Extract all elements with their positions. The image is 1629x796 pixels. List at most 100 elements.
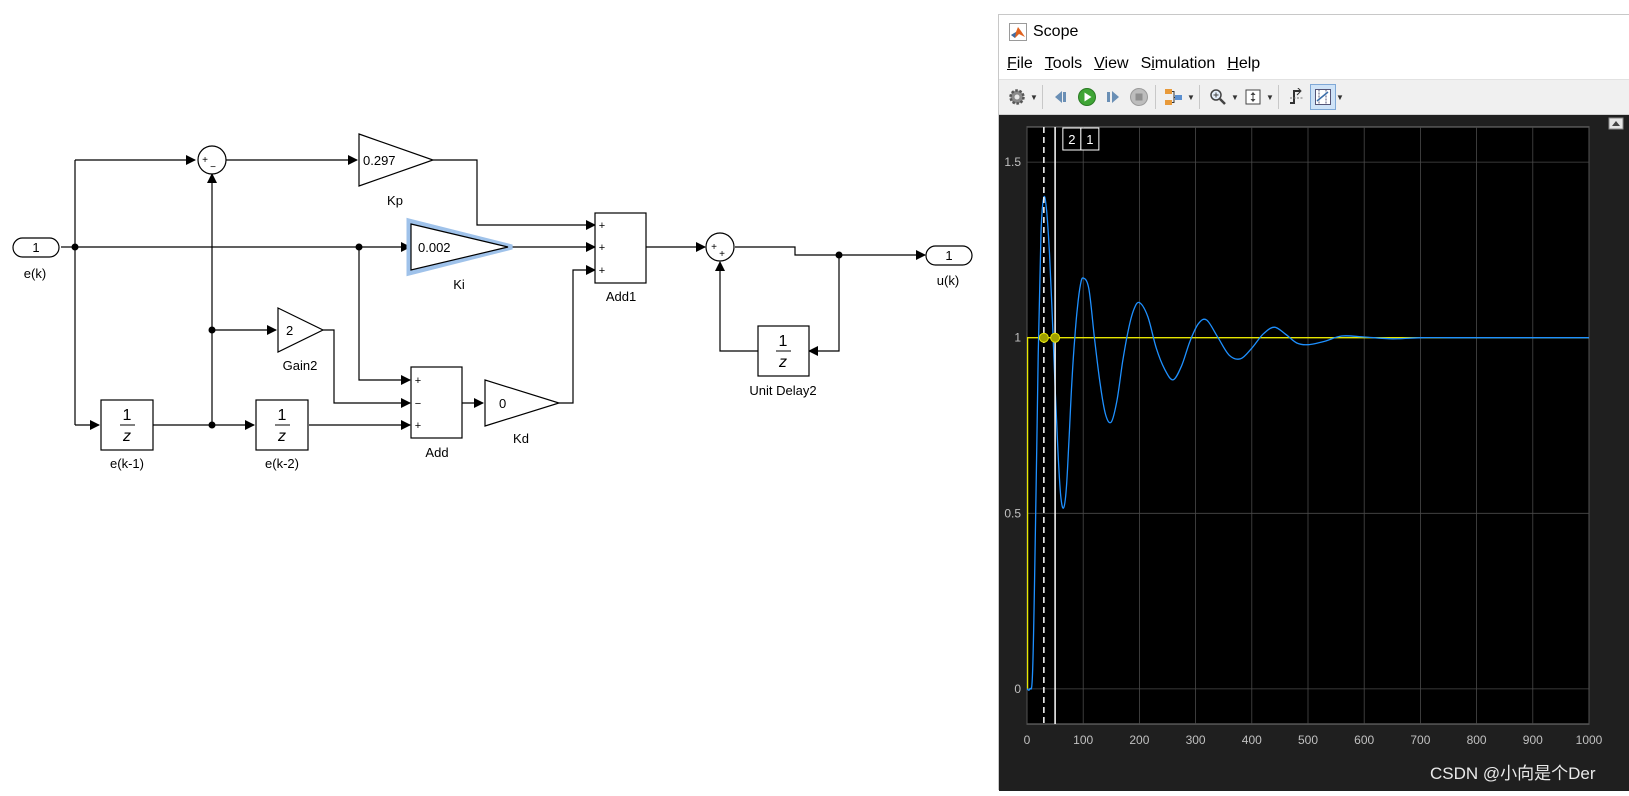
gain2-label: Gain2: [283, 358, 318, 373]
add-label: Add: [425, 445, 448, 460]
x-tick-label: 300: [1186, 733, 1206, 747]
toolbar-separator: [1199, 85, 1200, 109]
step-forward-button[interactable]: [1101, 85, 1125, 109]
delay-ek2-den: z: [277, 428, 286, 445]
delay-ek2-label: e(k-2): [265, 456, 299, 471]
matlab-logo-icon: [1009, 23, 1027, 41]
highlight-dropdown-icon[interactable]: ▼: [1187, 93, 1195, 102]
y-tick-label: 1: [1014, 331, 1021, 345]
scope-window: Scope File Tools View Simulation Help ▼ …: [998, 14, 1629, 791]
menu-simulation[interactable]: Simulation: [1141, 55, 1216, 73]
menu-file[interactable]: File: [1007, 55, 1033, 73]
inport-label: e(k): [24, 266, 46, 281]
step-forward-icon: [1107, 91, 1119, 103]
junction-dot: [208, 326, 216, 334]
junction-dot: [835, 251, 843, 259]
menu-help-mnemonic: H: [1227, 55, 1239, 72]
delay-ek1-label: e(k-1): [110, 456, 144, 471]
y-tick-label: 0.5: [1004, 506, 1021, 520]
toolbar-separator: [1042, 85, 1043, 109]
zoom-in-icon: [1210, 89, 1226, 105]
toolbar-separator: [1155, 85, 1156, 109]
zoom-button[interactable]: [1206, 85, 1230, 109]
menu-file-rest: ile: [1016, 55, 1033, 72]
y-tick-label: 1.5: [1004, 155, 1021, 169]
cursor-measurements-button[interactable]: [1310, 84, 1336, 110]
signal-line: [433, 159, 596, 230]
ki-value: 0.002: [418, 240, 451, 255]
add1-sign: +: [599, 220, 605, 232]
outport-number: 1: [945, 248, 952, 263]
add-sign: −: [415, 398, 421, 410]
run-button[interactable]: [1075, 85, 1099, 109]
zoom-dropdown-icon[interactable]: ▼: [1231, 93, 1239, 102]
menu-help[interactable]: Help: [1227, 55, 1260, 73]
signal-line: [358, 247, 411, 385]
cursor-1-label: 1: [1086, 132, 1093, 147]
x-tick-label: 500: [1298, 733, 1318, 747]
settings-button[interactable]: [1005, 85, 1029, 109]
highlight-button[interactable]: [1162, 85, 1186, 109]
stop-button[interactable]: [1127, 85, 1151, 109]
settings-icon: [1009, 89, 1025, 105]
sum1-sign-minus: −: [210, 162, 216, 173]
kd-value: 0: [499, 396, 506, 411]
menu-file-mnemonic: F: [1007, 55, 1017, 72]
cursor-measurements-icon: [1315, 89, 1331, 105]
sum2-sign: +: [711, 242, 717, 253]
junction-dot: [355, 243, 363, 251]
step-back-icon: [1055, 91, 1066, 103]
undock-button[interactable]: [1608, 117, 1624, 130]
delay-ek1-num: 1: [123, 407, 132, 424]
ki-label: Ki: [453, 277, 465, 292]
x-tick-label: 600: [1354, 733, 1374, 747]
menu-view-mnemonic: V: [1094, 55, 1105, 72]
signal-line: [715, 261, 758, 352]
kp-label: Kp: [387, 193, 403, 208]
signal-line: [323, 329, 411, 408]
menu-view[interactable]: View: [1094, 55, 1128, 73]
delay-ek2-num: 1: [278, 407, 287, 424]
triggers-icon: [1290, 88, 1304, 104]
scope-menubar: File Tools View Simulation Help: [999, 49, 1629, 80]
x-tick-label: 800: [1467, 733, 1487, 747]
fit-to-view-button[interactable]: [1241, 85, 1265, 109]
scope-title: Scope: [1033, 23, 1079, 40]
outport-label: u(k): [937, 273, 959, 288]
cursor-2-marker: [1038, 332, 1049, 343]
kd-label: Kd: [513, 431, 529, 446]
menu-tools-rest: ools: [1052, 55, 1083, 72]
menu-view-rest: iew: [1104, 55, 1129, 72]
junction-dot: [208, 421, 216, 429]
add-sign: +: [415, 375, 421, 387]
scope-titlebar[interactable]: Scope: [999, 15, 1629, 49]
inport-number: 1: [32, 240, 39, 255]
x-tick-label: 700: [1410, 733, 1430, 747]
add1-sign: +: [599, 242, 605, 254]
kd-gain-block[interactable]: [484, 379, 562, 427]
delay-ek1-den: z: [122, 428, 131, 445]
signal-line: [735, 246, 926, 260]
kp-value: 0.297: [363, 153, 396, 168]
junction-dot: [71, 243, 79, 251]
signal-line: [808, 255, 840, 356]
x-tick-label: 0: [1024, 733, 1031, 747]
toolbar-separator: [1278, 85, 1279, 109]
cursor-dropdown-icon[interactable]: ▼: [1336, 93, 1344, 102]
menu-tools[interactable]: Tools: [1045, 55, 1082, 73]
triggers-button[interactable]: [1285, 85, 1309, 109]
x-tick-label: 100: [1073, 733, 1093, 747]
x-tick-label: 900: [1523, 733, 1543, 747]
sum2-sign: +: [719, 249, 725, 260]
fit-dropdown-icon[interactable]: ▼: [1266, 93, 1274, 102]
step-back-button[interactable]: [1049, 85, 1073, 109]
simulink-diagram: 1 e(k) + − 0.297 Kp 0.002 Ki + + + Add1 …: [12, 133, 973, 471]
settings-dropdown-icon[interactable]: ▼: [1030, 93, 1038, 102]
unit-delay2-label: Unit Delay2: [749, 383, 816, 398]
gain2-block[interactable]: [277, 307, 325, 353]
plot-grid: [1026, 126, 1590, 725]
scope-chart[interactable]: 21 0 100 200 300 400 500 600 700 800 900 100000.51…: [999, 115, 1629, 791]
cursor-2-label: 2: [1068, 132, 1075, 147]
menu-simulation-pre: S: [1140, 55, 1152, 72]
y-tick-label: 0: [1014, 682, 1021, 696]
